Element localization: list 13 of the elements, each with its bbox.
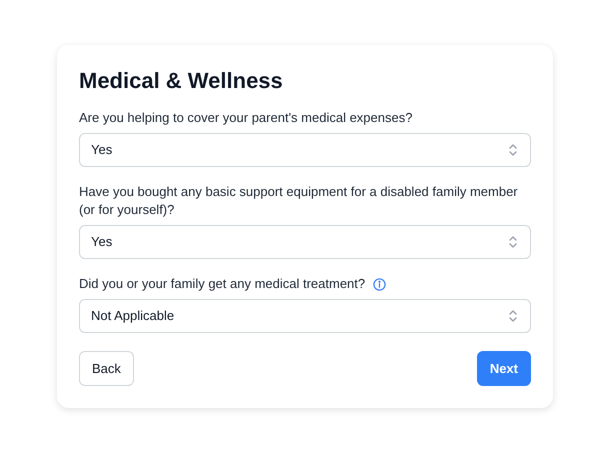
form-title: Medical & Wellness xyxy=(79,67,284,95)
next-button[interactable]: Next xyxy=(476,351,531,386)
select-field[interactable]: Yes xyxy=(79,133,531,167)
select-field[interactable]: Yes xyxy=(79,225,531,259)
question-label: Are you helping to cover your parent's medical expenses? xyxy=(79,109,412,127)
chevron-updown-icon xyxy=(508,235,518,249)
chevron-updown-icon xyxy=(508,143,518,157)
question-label: Did you or your family get any medical treatment? xyxy=(79,275,366,293)
info-icon[interactable] xyxy=(373,278,386,290)
chevron-updown-icon xyxy=(508,309,518,323)
question-label: Have you bought any basic support equipment for a disabled family member (or for yourself)? xyxy=(79,183,519,219)
back-button[interactable]: Back xyxy=(79,351,134,386)
select-field[interactable]: Not Applicable xyxy=(79,299,531,333)
